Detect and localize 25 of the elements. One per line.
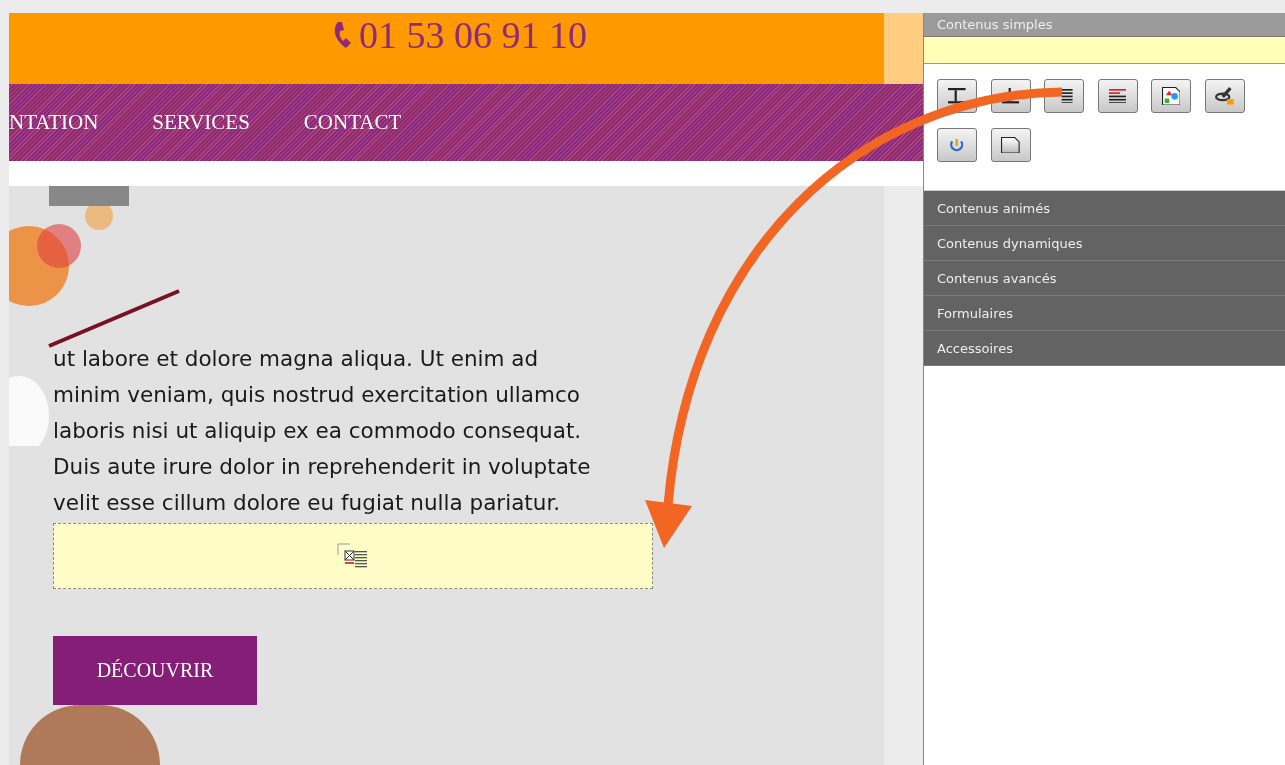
nav-link[interactable]: CONTACT: [303, 110, 402, 136]
tool-button[interactable]: [1097, 79, 1138, 113]
tool-button[interactable]: [1204, 79, 1245, 113]
section-header[interactable]: Accessoires: [924, 331, 1285, 366]
tool-button[interactable]: [990, 128, 1031, 162]
body-paragraph: ut labore et dolore magna aliqua. Ut enim ad minim veniam, quis nostrud exercitation ullamco laboris nisi ut aliquip ex ea commodo consequat. Duis aute irure dolor in reprehenderit in voluptate velit esse cillum dolore eu fugiat nulla pariatur.: [53, 345, 592, 517]
image-text-icon: [337, 543, 369, 569]
paragraph-icon: [1108, 88, 1127, 104]
section-header[interactable]: Formulaires: [924, 296, 1285, 331]
phone-number: 01 53 06 91 10: [359, 13, 587, 57]
nav-link[interactable]: NTATION: [9, 110, 99, 136]
text-bottom-icon: [1001, 88, 1020, 104]
phone-icon: [334, 22, 351, 48]
section-header[interactable]: Contenus dynamiques: [924, 226, 1285, 261]
tool-button[interactable]: [1151, 79, 1191, 113]
drop-zone[interactable]: [53, 523, 653, 589]
discover-button[interactable]: DÉCOUVRIR: [53, 636, 257, 705]
text-center-icon: [948, 88, 966, 104]
section-header[interactable]: Contenus animés: [924, 191, 1285, 226]
nav-link[interactable]: SERVICES: [152, 110, 250, 136]
power-icon: [949, 138, 965, 152]
page-icon: [1001, 136, 1020, 154]
image-icon: [1161, 86, 1181, 106]
section-header[interactable]: Contenus avancés: [924, 261, 1285, 296]
link-icon: [1215, 87, 1234, 105]
